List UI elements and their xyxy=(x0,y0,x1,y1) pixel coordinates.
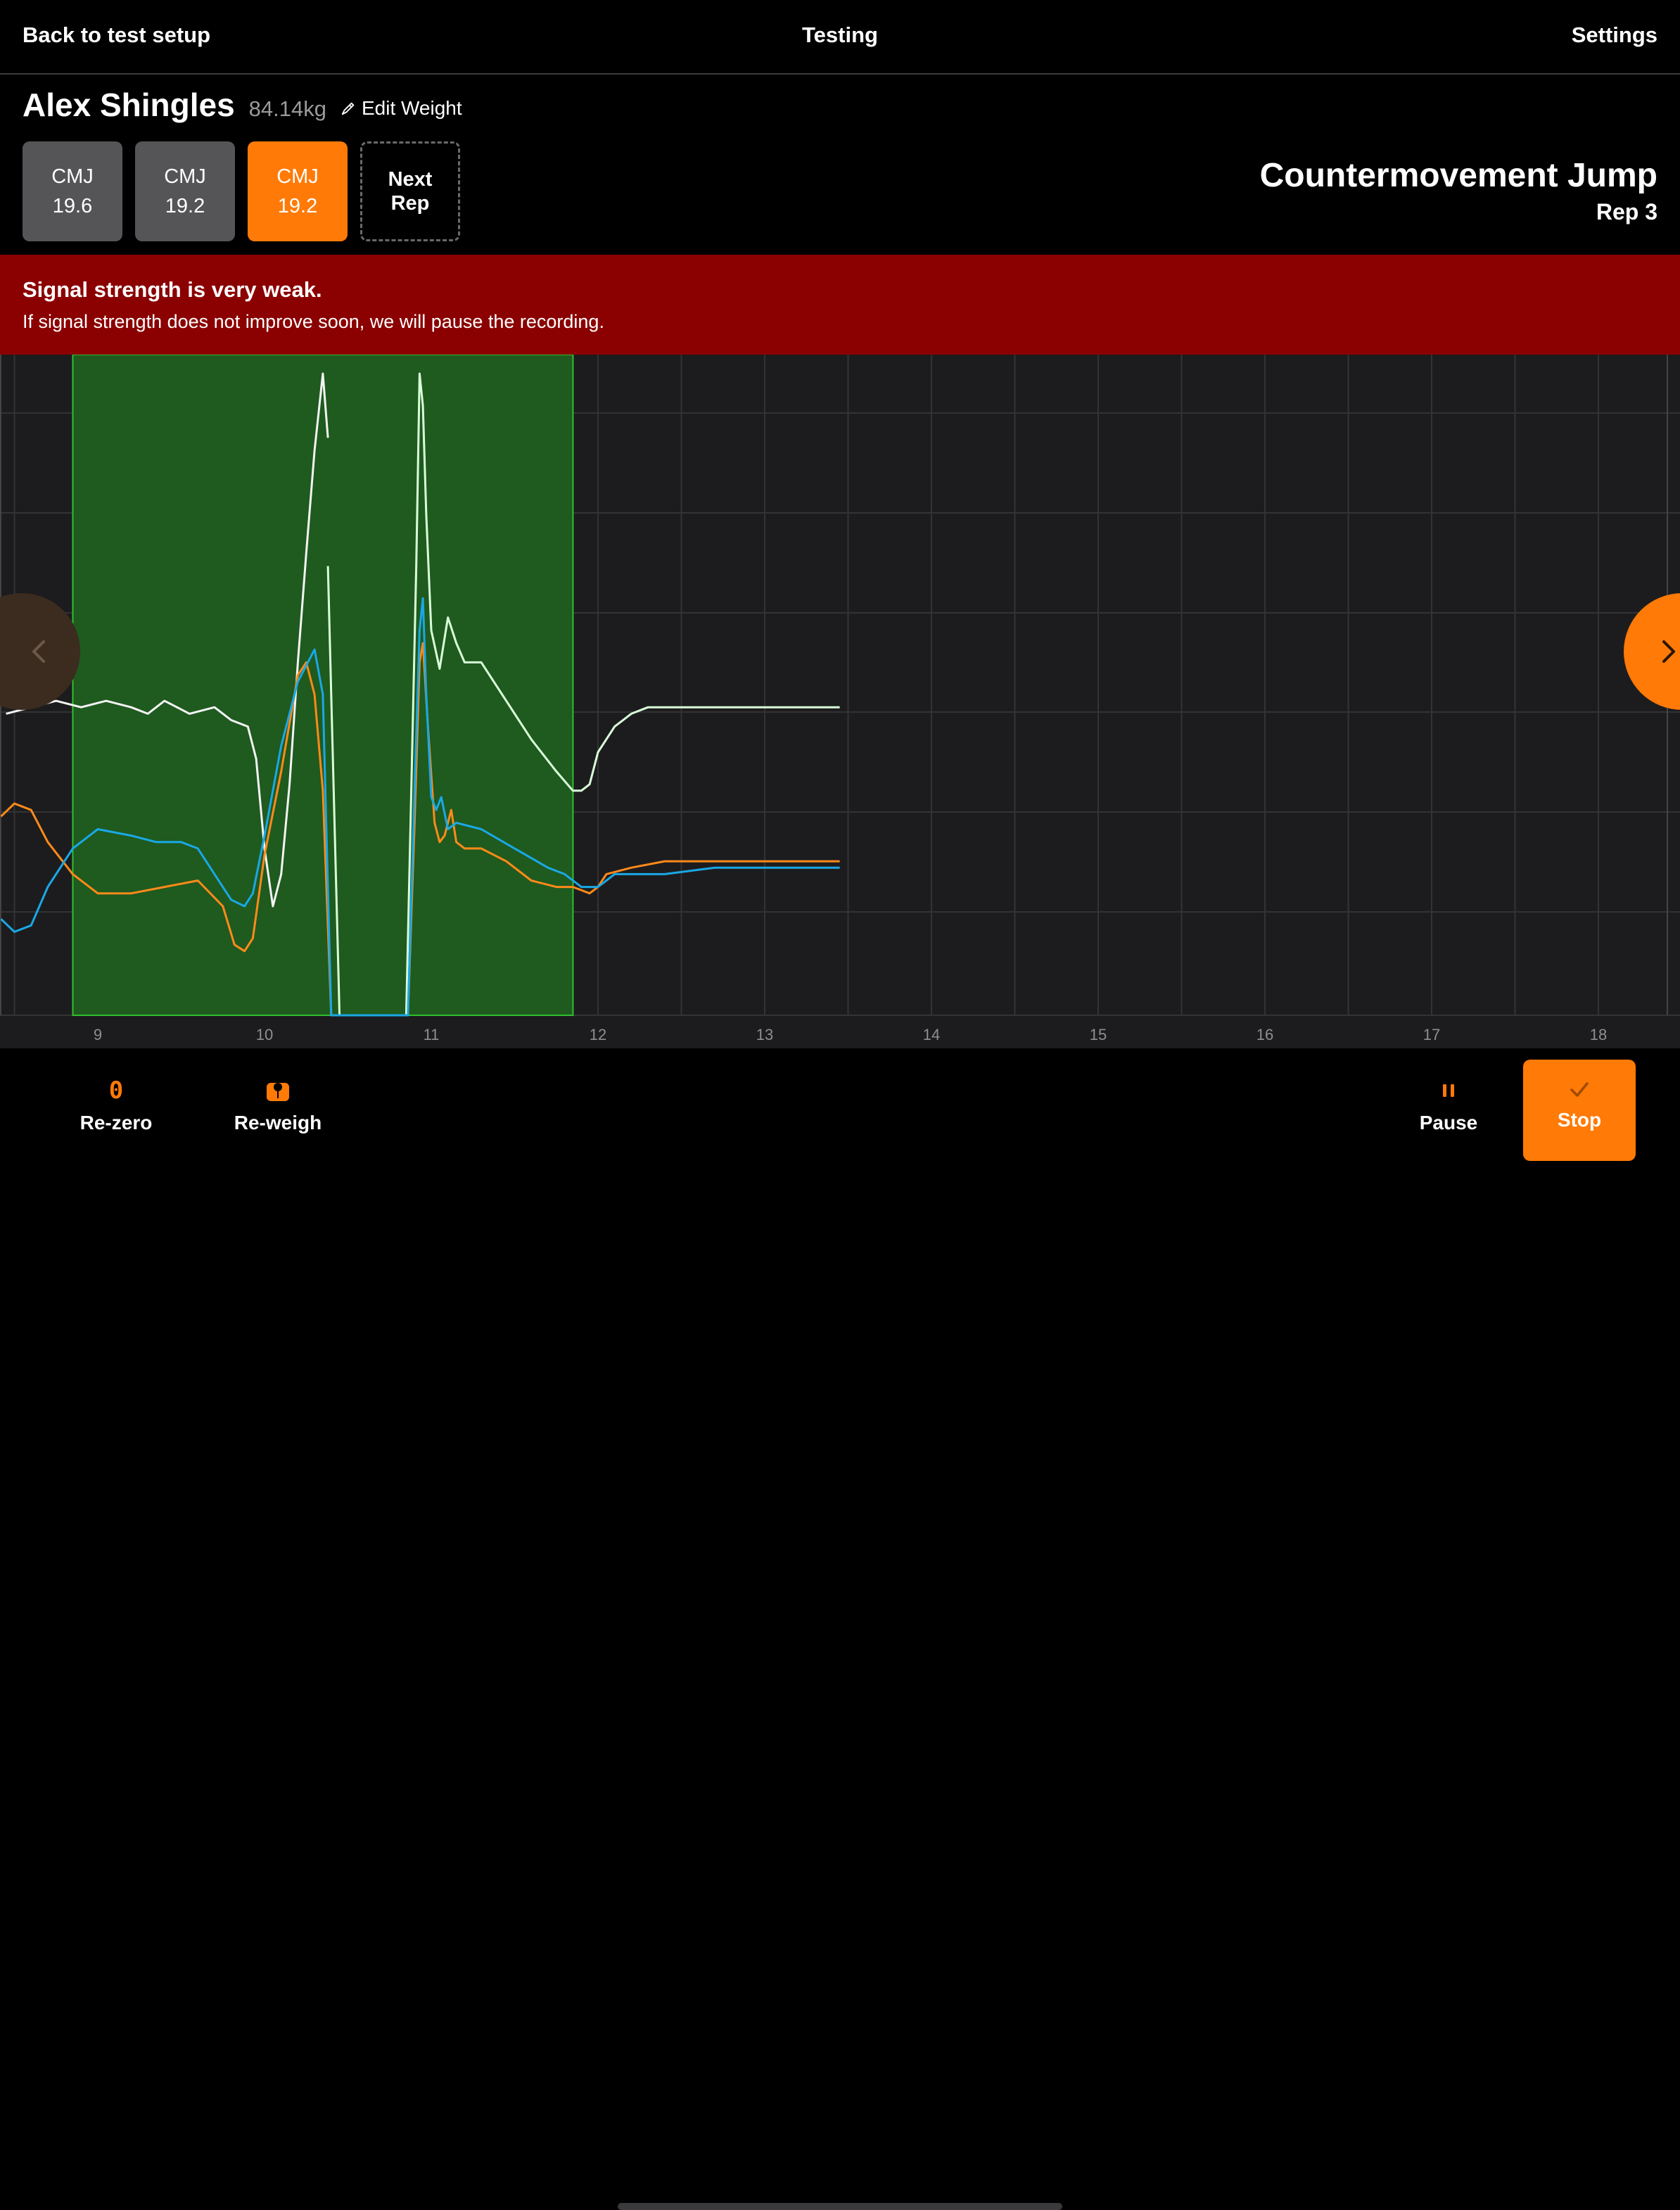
pause-label: Pause xyxy=(1419,1112,1478,1133)
rep-tile-label: CMJ xyxy=(276,165,319,188)
rep-tile-label: CMJ xyxy=(51,165,94,188)
x-tick-label-13: 13 xyxy=(756,1026,773,1043)
next-rep-line2: Rep xyxy=(390,192,430,215)
athlete-weight: 84.14kg xyxy=(248,96,326,121)
athlete-name: Alex Shingles xyxy=(23,87,235,123)
page-title: Testing xyxy=(802,23,878,47)
x-tick-label-10: 10 xyxy=(256,1026,273,1043)
rep-tile-value: 19.6 xyxy=(52,195,93,217)
force-chart-svg: 9 10 11 12 13 14 15 16 17 18 xyxy=(0,355,1680,1043)
settings-button[interactable]: Settings xyxy=(1572,23,1657,48)
edit-weight-button[interactable]: Edit Weight xyxy=(341,97,462,120)
re-weigh-button[interactable]: Re-weigh xyxy=(218,1077,338,1134)
edit-weight-label: Edit Weight xyxy=(361,97,462,119)
signal-warning-banner: Signal strength is very weak. If signal … xyxy=(0,255,1680,355)
x-tick-label-12: 12 xyxy=(590,1026,606,1043)
top-nav-bar: Back to test setup Testing Settings xyxy=(0,0,1680,75)
rep-tile-3[interactable]: CMJ 19.2 xyxy=(248,141,348,241)
warning-title: Signal strength is very weak. xyxy=(23,277,322,302)
rep-tile-value: 19.2 xyxy=(277,195,318,217)
x-tick-label-17: 17 xyxy=(1423,1026,1440,1043)
weight-icon xyxy=(267,1083,289,1101)
chevron-right-icon xyxy=(1662,640,1675,663)
rep-tile-2[interactable]: CMJ 19.2 xyxy=(135,141,235,241)
next-rep-line1: Next xyxy=(388,168,433,191)
x-tick-label-11: 11 xyxy=(424,1026,440,1043)
x-tick-label-18: 18 xyxy=(1590,1026,1607,1043)
x-tick-label-15: 15 xyxy=(1090,1026,1107,1043)
stop-label: Stop xyxy=(1557,1109,1602,1131)
next-rep-button[interactable]: Next Rep xyxy=(360,141,460,241)
x-tick-label-16: 16 xyxy=(1256,1026,1273,1043)
chevron-left-icon xyxy=(32,640,45,663)
re-zero-label: Re-zero xyxy=(79,1112,153,1133)
pause-button[interactable]: Pause xyxy=(1389,1077,1508,1134)
force-chart: 9 10 11 12 13 14 15 16 17 18 xyxy=(0,355,1680,1048)
x-tick-label-14: 14 xyxy=(923,1026,940,1043)
check-icon xyxy=(1570,1082,1589,1097)
x-tick-label-9: 9 xyxy=(94,1026,102,1043)
home-indicator xyxy=(618,2203,1062,2210)
rep-number: Rep 3 xyxy=(1596,199,1657,224)
bottom-toolbar: 0 Re-zero Re-weigh Pause Stop xyxy=(0,1048,1680,2210)
athlete-header: Alex Shingles 84.14kg Edit Weight xyxy=(23,86,462,124)
stop-button[interactable]: Stop xyxy=(1523,1060,1636,1161)
test-info: Countermovement Jump Rep 3 xyxy=(1260,156,1657,225)
rep-selector: CMJ 19.6 CMJ 19.2 CMJ 19.2 Next Rep xyxy=(23,141,473,241)
pencil-icon xyxy=(341,102,355,115)
pause-icon xyxy=(1443,1084,1454,1097)
warning-body: If signal strength does not improve soon… xyxy=(23,311,604,332)
jump-phase-highlight xyxy=(72,355,574,1016)
re-weigh-label: Re-weigh xyxy=(234,1112,322,1133)
test-name: Countermovement Jump xyxy=(1259,157,1657,194)
rep-tile-label: CMJ xyxy=(164,165,206,188)
rep-tile-1[interactable]: CMJ 19.6 xyxy=(23,141,122,241)
re-zero-button[interactable]: 0 Re-zero xyxy=(56,1077,176,1134)
zero-icon: 0 xyxy=(108,1077,124,1105)
rep-tile-value: 19.2 xyxy=(165,195,205,217)
